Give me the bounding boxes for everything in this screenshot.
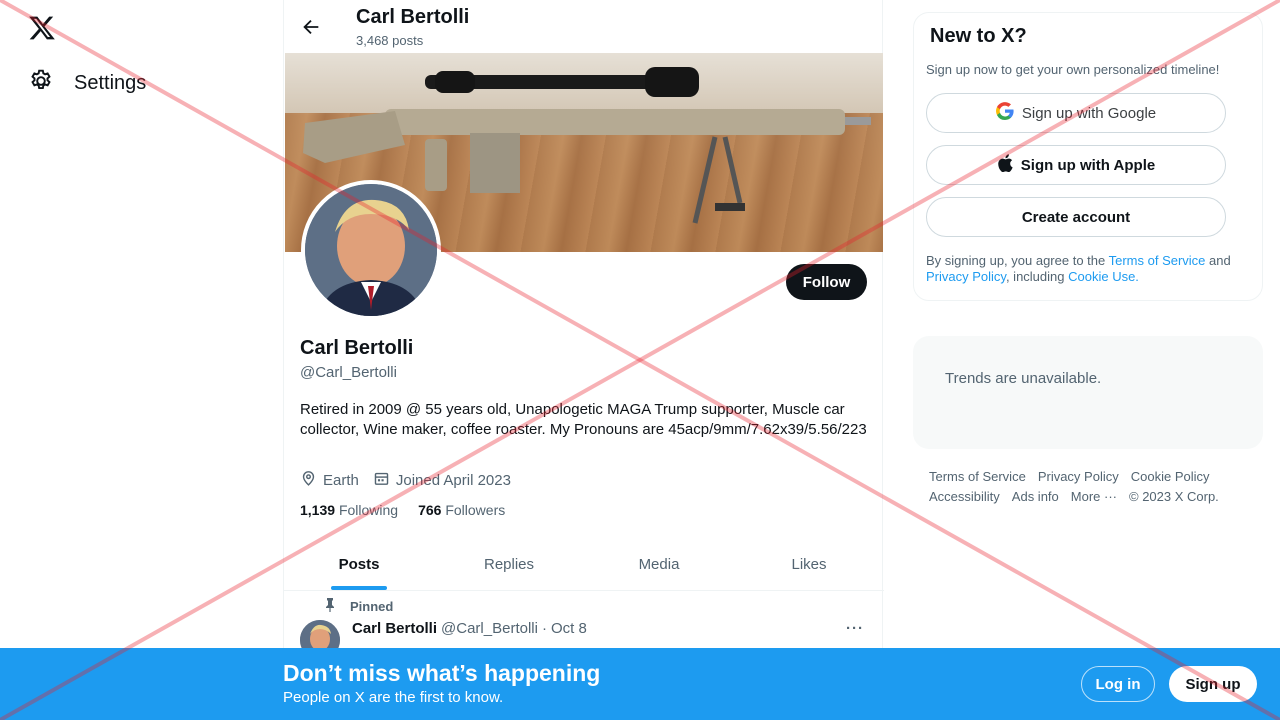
profile-meta: Earth Joined April 2023: [300, 470, 511, 491]
location-pin-icon: [300, 470, 317, 491]
followers-link[interactable]: 766 Followers: [418, 502, 505, 518]
footer-more-link[interactable]: More ···: [1071, 489, 1117, 504]
calendar-icon: [373, 470, 390, 491]
legal-and: and: [1205, 253, 1231, 268]
google-icon: [995, 102, 1014, 124]
signup-button[interactable]: Sign up: [1169, 666, 1257, 702]
create-account-button[interactable]: Create account: [926, 197, 1226, 237]
profile-location: Earth: [300, 470, 359, 491]
apple-icon: [997, 154, 1013, 176]
left-nav: Settings: [0, 0, 283, 720]
tab-likes-label: Likes: [791, 555, 827, 573]
tab-replies[interactable]: Replies: [434, 538, 584, 590]
tab-replies-label: Replies: [483, 555, 535, 573]
nav-settings[interactable]: Settings: [28, 68, 146, 98]
tab-posts[interactable]: Posts: [284, 538, 434, 590]
trends-panel: Trends are unavailable.: [913, 336, 1263, 449]
terms-link[interactable]: Terms of Service: [1109, 253, 1206, 268]
profile-avatar[interactable]: [301, 180, 441, 320]
google-signup-button[interactable]: Sign up with Google: [926, 93, 1226, 133]
follow-button[interactable]: Follow: [786, 264, 867, 300]
profile-header-bar: Carl Bertolli 3,468 posts: [284, 0, 884, 53]
tweet-date[interactable]: Oct 8: [551, 620, 587, 637]
profile-tabs: Posts Replies Media Likes: [284, 538, 884, 591]
location-text: Earth: [323, 472, 359, 489]
gear-icon: [28, 68, 54, 99]
header-profile-name: Carl Bertolli: [356, 6, 470, 28]
tweet-author-name[interactable]: Carl Bertolli: [352, 620, 437, 637]
more-options-icon[interactable]: ···: [846, 620, 864, 637]
trends-unavailable-message: Trends are unavailable.: [945, 370, 1102, 387]
profile-stats: 1,139 Following 766 Followers: [300, 502, 505, 518]
tab-likes[interactable]: Likes: [734, 538, 884, 590]
footer-links: Terms of Service Privacy Policy Cookie Pol…: [929, 467, 1249, 507]
signup-legal-text: By signing up, you agree to the Terms of…: [926, 253, 1246, 285]
legal-including: , including: [1005, 269, 1069, 284]
footer-terms-link[interactable]: Terms of Service: [929, 469, 1026, 484]
footer-copyright: © 2023 X Corp.: [1129, 489, 1219, 504]
signup-panel-subtitle: Sign up now to get your own personalized…: [926, 62, 1220, 77]
profile-handle: @Carl_Bertolli: [300, 364, 397, 381]
main-column: Carl Bertolli 3,468 posts Follow Carl Be…: [283, 0, 884, 720]
back-arrow-icon[interactable]: [300, 16, 322, 38]
pin-icon: [324, 598, 336, 615]
banner-title: Don’t miss what’s happening: [283, 660, 601, 686]
footer-ads-info-link[interactable]: Ads info: [1012, 489, 1059, 504]
nav-settings-label: Settings: [74, 71, 147, 94]
footer-cookie-link[interactable]: Cookie Policy: [1131, 469, 1210, 484]
right-sidebar: New to X? Sign up now to get your own pe…: [913, 0, 1263, 720]
login-button[interactable]: Log in: [1081, 666, 1155, 702]
pinned-label: Pinned: [350, 599, 394, 614]
header-posts-count: 3,468 posts: [356, 33, 424, 48]
joined-text: Joined April 2023: [395, 472, 511, 489]
followers-count: 766: [418, 502, 442, 518]
apple-signup-label: Sign up with Apple: [1020, 156, 1156, 174]
tab-media[interactable]: Media: [584, 538, 734, 590]
legal-prefix: By signing up, you agree to the: [926, 253, 1109, 268]
signup-panel-title: New to X?: [930, 25, 1027, 47]
pinned-indicator: Pinned: [324, 598, 393, 615]
active-tab-indicator: [331, 586, 387, 590]
signup-panel: New to X? Sign up now to get your own pe…: [913, 12, 1263, 301]
following-count: 1,139: [300, 502, 336, 518]
tab-posts-label: Posts: [338, 555, 380, 573]
tweet-separator: ·: [541, 620, 547, 637]
footer-accessibility-link[interactable]: Accessibility: [929, 489, 1000, 504]
tweet-author-handle[interactable]: @Carl_Bertolli: [441, 620, 538, 637]
footer-privacy-link[interactable]: Privacy Policy: [1038, 469, 1119, 484]
profile-name: Carl Bertolli: [300, 337, 414, 359]
banner-subtitle: People on X are the first to know.: [283, 689, 504, 706]
tweet-header: Carl Bertolli @Carl_Bertolli · Oct 8: [352, 620, 587, 637]
tab-media-label: Media: [638, 555, 680, 573]
apple-signup-button[interactable]: Sign up with Apple: [926, 145, 1226, 185]
profile-bio: Retired in 2009 @ 55 years old, Unapolog…: [300, 401, 867, 438]
google-signup-label: Sign up with Google: [1021, 104, 1157, 122]
create-account-label: Create account: [1021, 208, 1131, 226]
followers-label: Followers: [445, 502, 506, 518]
privacy-link[interactable]: Privacy Policy: [926, 269, 1006, 284]
following-label: Following: [338, 502, 399, 518]
following-link[interactable]: 1,139 Following: [300, 502, 398, 518]
profile-joined: Joined April 2023: [373, 470, 511, 491]
bottom-signup-banner: Don’t miss what’s happening People on X …: [0, 648, 1280, 720]
cookie-use-link[interactable]: Cookie Use.: [1068, 269, 1139, 284]
x-logo-icon[interactable]: [28, 14, 56, 42]
